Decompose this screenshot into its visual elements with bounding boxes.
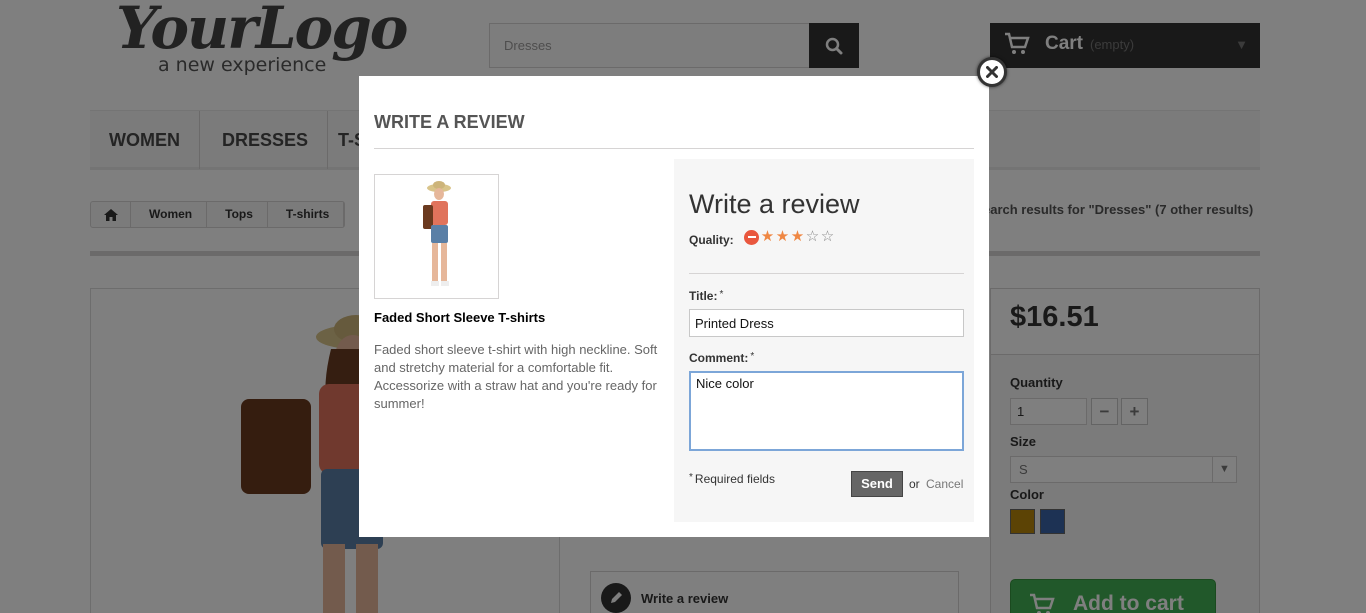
- write-review-modal: WRITE A REVIEW Faded Short Sleeve T-shir…: [359, 76, 989, 537]
- product-name: Faded Short Sleeve T-shirts: [374, 310, 546, 325]
- star-icon[interactable]: ★: [775, 229, 790, 245]
- quality-label: Quality:: [689, 233, 734, 247]
- or-text: or: [909, 477, 920, 491]
- form-title: Write a review: [689, 189, 860, 219]
- star-icon[interactable]: ☆: [820, 229, 835, 245]
- star-icon[interactable]: ★: [790, 229, 805, 245]
- send-button[interactable]: Send: [851, 471, 903, 497]
- comment-label: Comment: *: [689, 351, 754, 365]
- star-rating[interactable]: ★ ★ ★ ☆ ☆: [744, 229, 835, 245]
- cancel-rating-icon[interactable]: [744, 229, 759, 245]
- product-description: Faded short sleeve t-shirt with high nec…: [374, 342, 658, 411]
- close-button[interactable]: [977, 57, 1007, 87]
- required-fields-note: * Required fields: [689, 472, 775, 486]
- title-label-text: Title:: [689, 289, 718, 303]
- model-photo: [423, 181, 451, 286]
- required-fields-text: Required fields: [694, 472, 775, 486]
- comment-label-text: Comment:: [689, 351, 749, 365]
- required-mark: *: [689, 472, 693, 483]
- divider: [374, 148, 974, 149]
- cancel-link[interactable]: Cancel: [926, 477, 963, 491]
- product-thumbnail: [374, 174, 499, 299]
- title-input[interactable]: [689, 309, 964, 337]
- required-mark: *: [719, 289, 724, 300]
- comment-textarea[interactable]: [689, 371, 964, 451]
- modal-heading: WRITE A REVIEW: [374, 112, 525, 132]
- close-icon: [986, 66, 998, 78]
- review-form: Write a review Quality: ★ ★ ★ ☆ ☆ Title:…: [674, 159, 974, 522]
- star-icon[interactable]: ★: [760, 229, 775, 245]
- title-label: Title: *: [689, 289, 723, 303]
- required-mark: *: [750, 351, 755, 362]
- star-icon[interactable]: ☆: [805, 229, 820, 245]
- divider: [689, 273, 964, 274]
